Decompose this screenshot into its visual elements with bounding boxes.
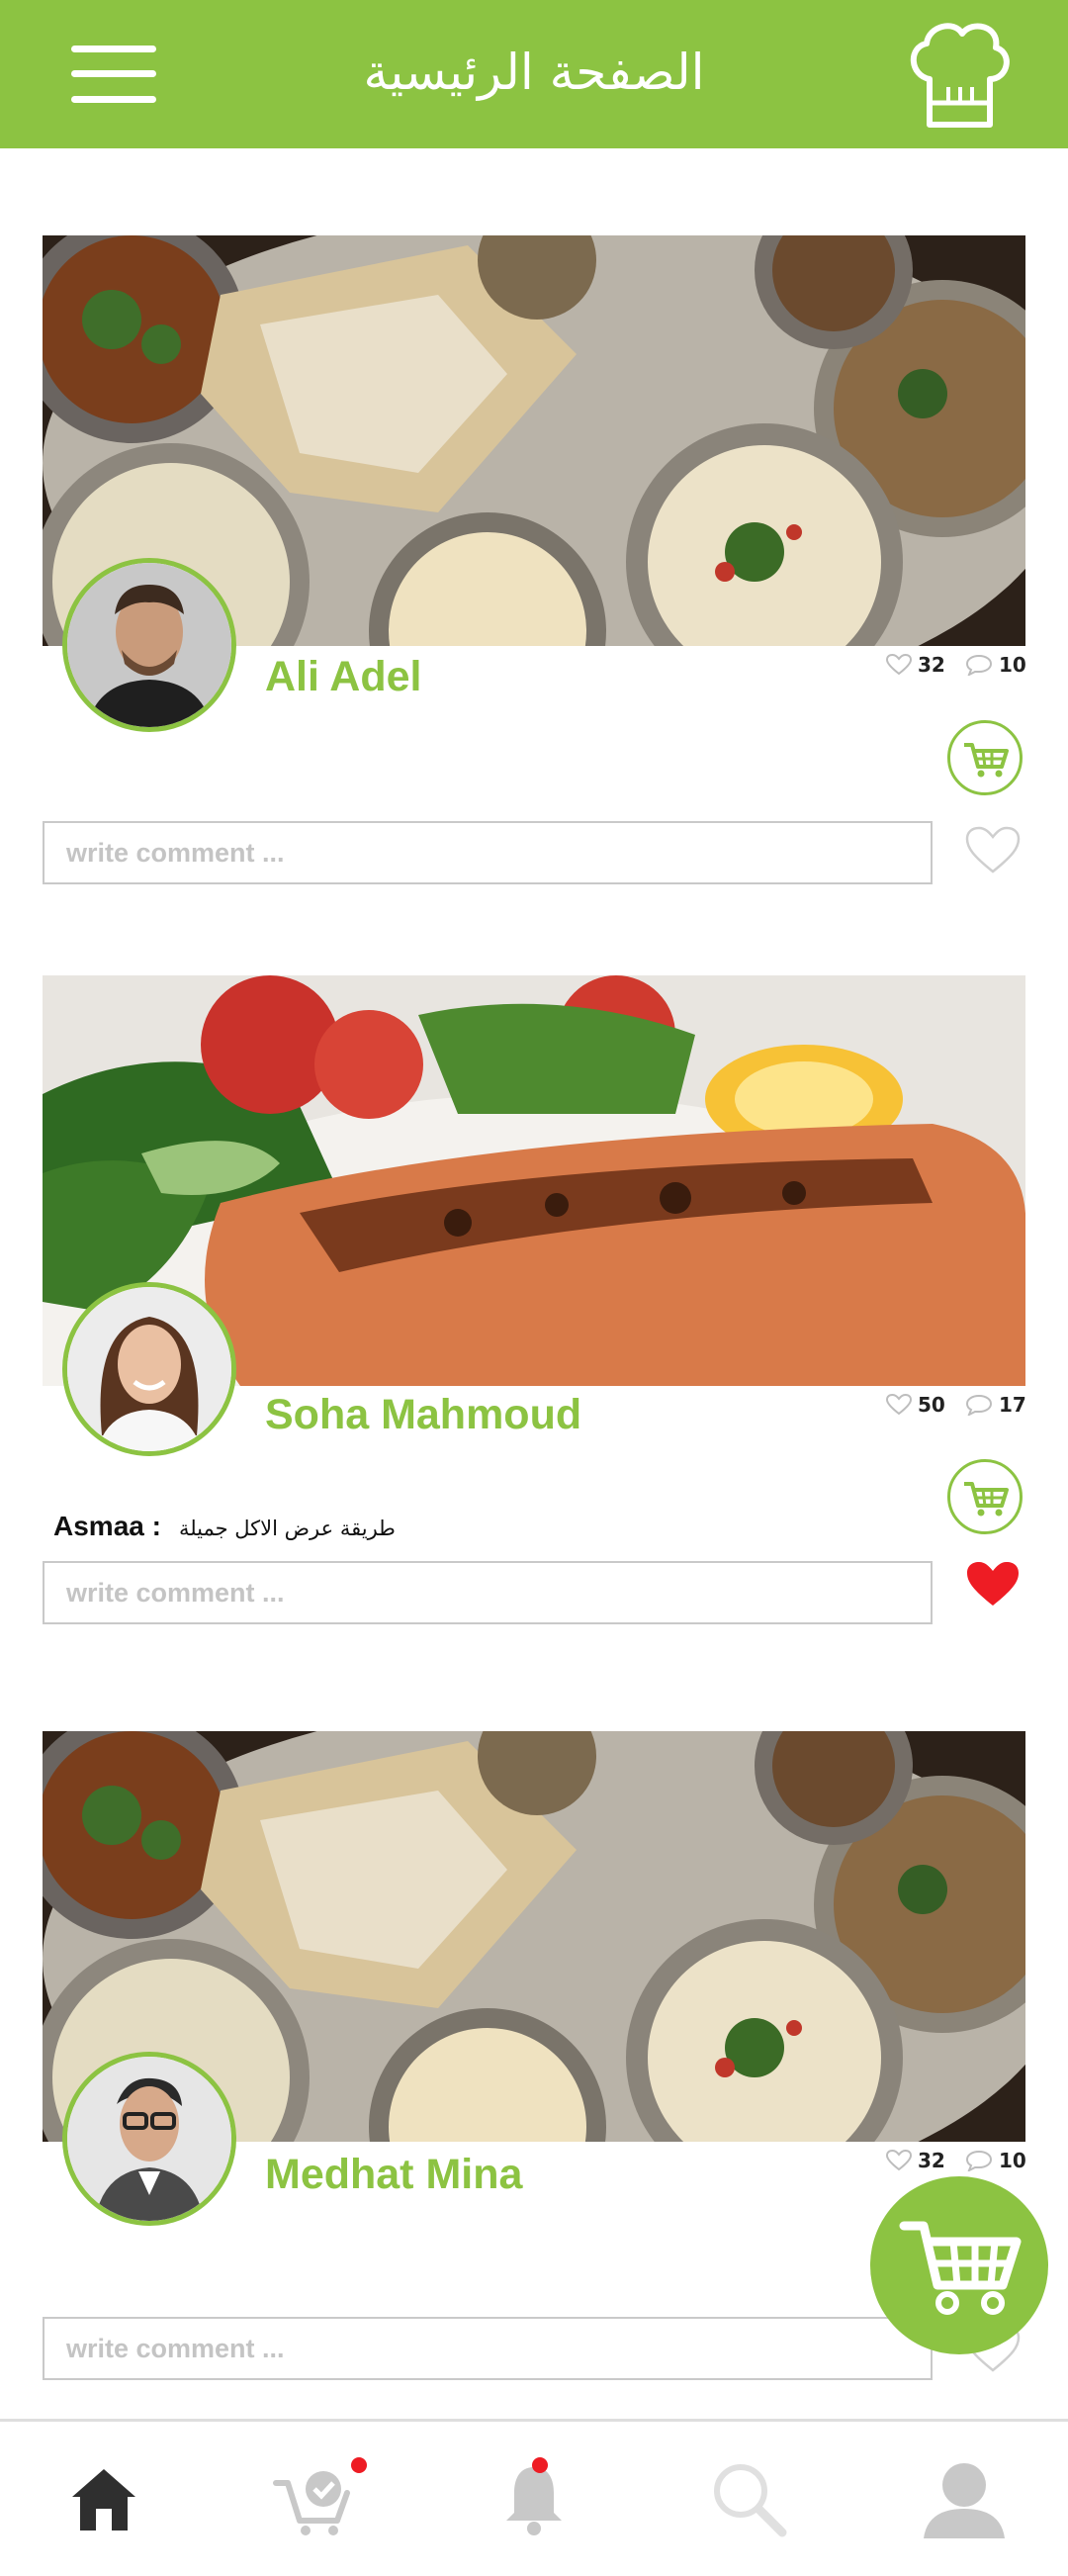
- comment-icon: [965, 654, 993, 676]
- nav-home[interactable]: [30, 2422, 178, 2576]
- cart-check-icon: [273, 2471, 350, 2535]
- heart-outline-icon: [886, 654, 912, 676]
- notification-badge: [532, 2457, 548, 2473]
- avatar[interactable]: [62, 1282, 236, 1456]
- cart-icon: [964, 743, 1009, 778]
- post-card: Soha Mahmoud 50 17 Asmaa : طريقة عرض الاك…: [0, 975, 1068, 1628]
- post-stats: 32 10: [886, 2149, 1034, 2178]
- likes-count: 32: [918, 653, 945, 677]
- home-icon: [72, 2469, 135, 2530]
- post-stats: 32 10: [886, 653, 1034, 683]
- user-icon: [924, 2463, 1005, 2538]
- avatar[interactable]: [62, 2052, 236, 2226]
- heart-outline-icon: [886, 2150, 912, 2171]
- nav-orders[interactable]: [237, 2422, 386, 2576]
- post-card: Ali Adel 32 10: [0, 235, 1068, 888]
- like-button[interactable]: [964, 1560, 1022, 1610]
- cart-icon: [899, 2221, 1022, 2315]
- likes-count: 32: [918, 2149, 945, 2172]
- comments-count: 17: [999, 1393, 1026, 1417]
- comments-count: 10: [999, 2149, 1026, 2172]
- comment-input[interactable]: [43, 821, 933, 884]
- comments-count: 10: [999, 653, 1026, 677]
- author-name[interactable]: Ali Adel: [265, 653, 421, 701]
- comment-author: Asmaa :: [53, 1511, 161, 1541]
- nav-profile[interactable]: [885, 2422, 1033, 2576]
- floating-cart-button[interactable]: [870, 2176, 1048, 2354]
- comment-text: طريقة عرض الاكل جميلة: [178, 1517, 396, 1540]
- cart-icon: [964, 1482, 1009, 1517]
- page-title: الصفحة الرئيسية: [363, 44, 705, 101]
- heart-filled-icon: [967, 1562, 1019, 1606]
- search-icon: [714, 2464, 787, 2537]
- author-name[interactable]: Soha Mahmoud: [265, 1391, 581, 1439]
- heart-outline-icon: [886, 1394, 912, 1416]
- hamburger-icon[interactable]: [71, 44, 156, 105]
- add-to-cart-button[interactable]: [947, 720, 1023, 795]
- comment-icon: [965, 2150, 993, 2171]
- app-header: الصفحة الرئيسية: [0, 0, 1068, 148]
- like-button[interactable]: [964, 826, 1022, 875]
- heart-outline-icon: [965, 826, 1021, 874]
- nav-search[interactable]: [672, 2422, 821, 2576]
- author-name[interactable]: Medhat Mina: [265, 2151, 522, 2199]
- add-to-cart-button[interactable]: [947, 1459, 1023, 1534]
- comment-icon: [965, 1394, 993, 1416]
- likes-count: 50: [918, 1393, 945, 1417]
- latest-comment: Asmaa : طريقة عرض الاكل جميلة: [53, 1510, 396, 1542]
- avatar[interactable]: [62, 558, 236, 732]
- comment-input[interactable]: [43, 1561, 933, 1624]
- notification-badge: [351, 2457, 367, 2473]
- post-stats: 50 17: [886, 1393, 1034, 1423]
- comment-input[interactable]: [43, 2317, 933, 2380]
- nav-notifications[interactable]: [460, 2422, 608, 2576]
- chef-hat-icon[interactable]: [905, 18, 1014, 132]
- bottom-nav: [0, 2419, 1068, 2573]
